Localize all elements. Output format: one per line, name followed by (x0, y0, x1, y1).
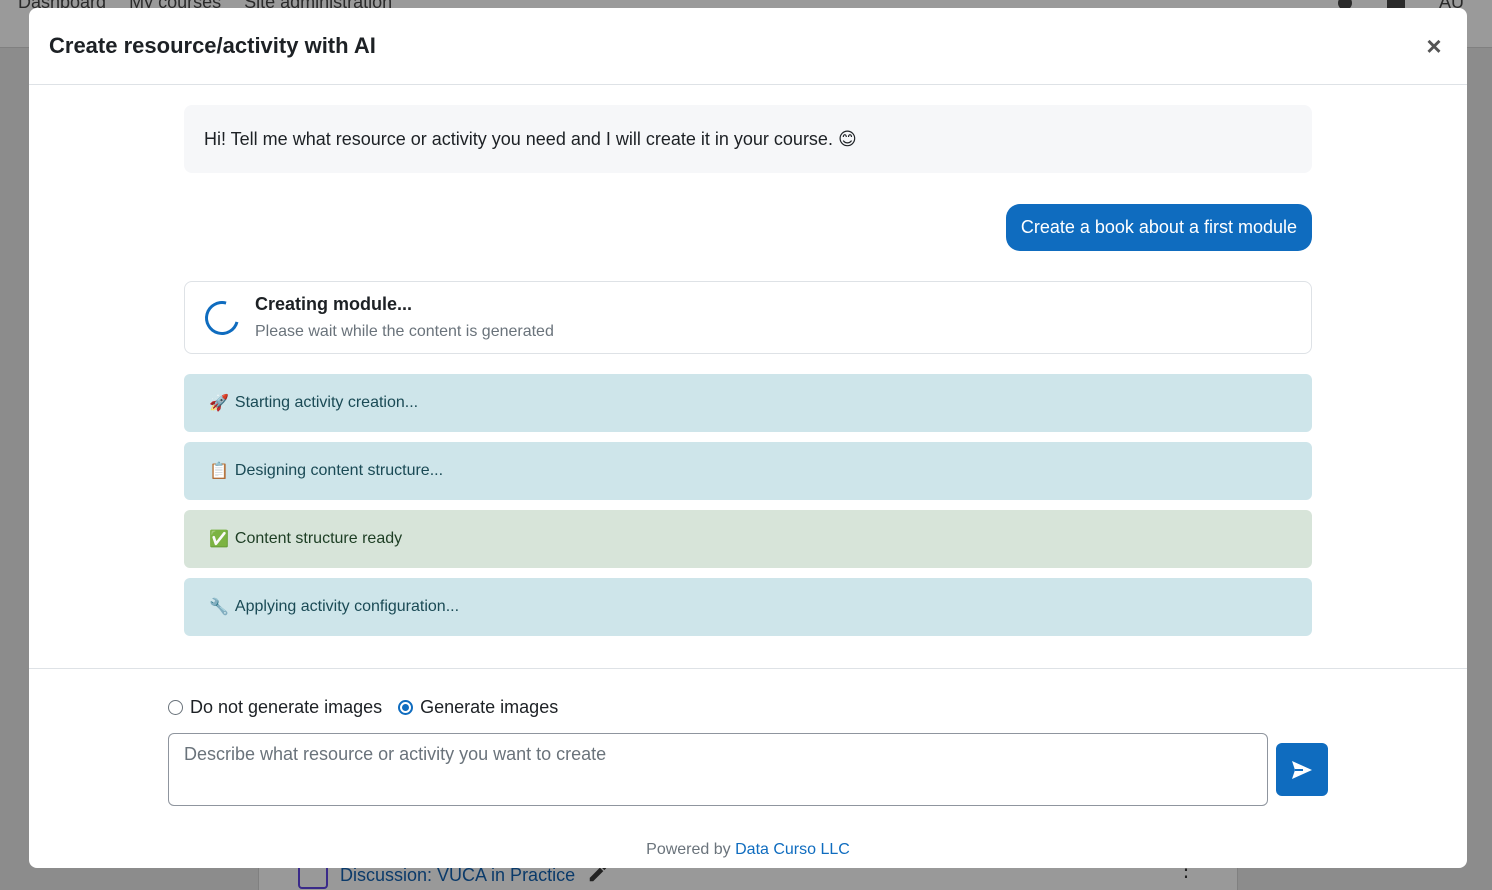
kebab-menu-icon: ⋮ (1176, 860, 1196, 886)
progress-title: Creating module... (255, 294, 413, 314)
option-no-images[interactable]: Do not generate images (168, 697, 382, 718)
status-step-text: Applying activity configuration... (234, 598, 460, 615)
chat-area: Hi! Tell me what resource or activity yo… (29, 85, 1467, 668)
assistant-message: Hi! Tell me what resource or activity yo… (184, 105, 1312, 173)
status-step: 📋 Designing content structure... (184, 442, 1312, 500)
close-icon: × (1426, 30, 1442, 61)
modal-title: Create resource/activity with AI (49, 33, 376, 58)
radio-generate-images[interactable] (398, 700, 414, 715)
modal-footer: Do not generate images Generate images P… (29, 668, 1467, 868)
option-generate-images-label: Generate images (420, 697, 559, 717)
status-step-text: Designing content structure... (234, 462, 444, 479)
status-step-text: Starting activity creation... (234, 394, 419, 411)
prompt-input[interactable] (168, 733, 1268, 806)
progress-text: Creating module... Please wait while the… (255, 294, 554, 341)
creation-progress-card: Creating module... Please wait while the… (184, 281, 1312, 354)
status-step: 🔧 Applying activity configuration... (184, 578, 1312, 636)
rocket-icon: 🚀 (209, 395, 229, 412)
close-button[interactable]: × (1421, 30, 1447, 61)
image-options: Do not generate images Generate images (168, 697, 574, 718)
powered-by-prefix: Powered by (646, 841, 731, 858)
powered-by: Powered by Data Curso LLC (29, 841, 1467, 859)
option-no-images-label: Do not generate images (190, 697, 383, 717)
vendor-link[interactable]: Data Curso LLC (735, 841, 850, 858)
assistant-message-text: Hi! Tell me what resource or activity yo… (204, 128, 857, 149)
user-message-text: Create a book about a first module (1020, 217, 1297, 237)
status-step: ✅ Content structure ready (184, 510, 1312, 568)
progress-subtitle: Please wait while the content is generat… (255, 323, 554, 340)
send-icon (1292, 760, 1312, 779)
loading-spinner-icon (198, 294, 246, 341)
check-mark-icon: ✅ (209, 531, 229, 548)
send-button[interactable] (1276, 743, 1328, 796)
status-step-text: Content structure ready (234, 530, 403, 547)
user-message: Create a book about a first module (1005, 204, 1312, 251)
ai-create-modal: Create resource/activity with AI × Hi! T… (29, 8, 1467, 868)
clipboard-icon: 📋 (209, 463, 229, 480)
radio-no-images[interactable] (168, 700, 183, 715)
wrench-icon: 🔧 (209, 599, 229, 616)
option-generate-images[interactable]: Generate images (398, 697, 558, 718)
modal-header: Create resource/activity with AI × (29, 8, 1467, 85)
status-step: 🚀 Starting activity creation... (184, 374, 1312, 432)
background-activity-title: Discussion: VUCA in Practice (340, 865, 576, 885)
